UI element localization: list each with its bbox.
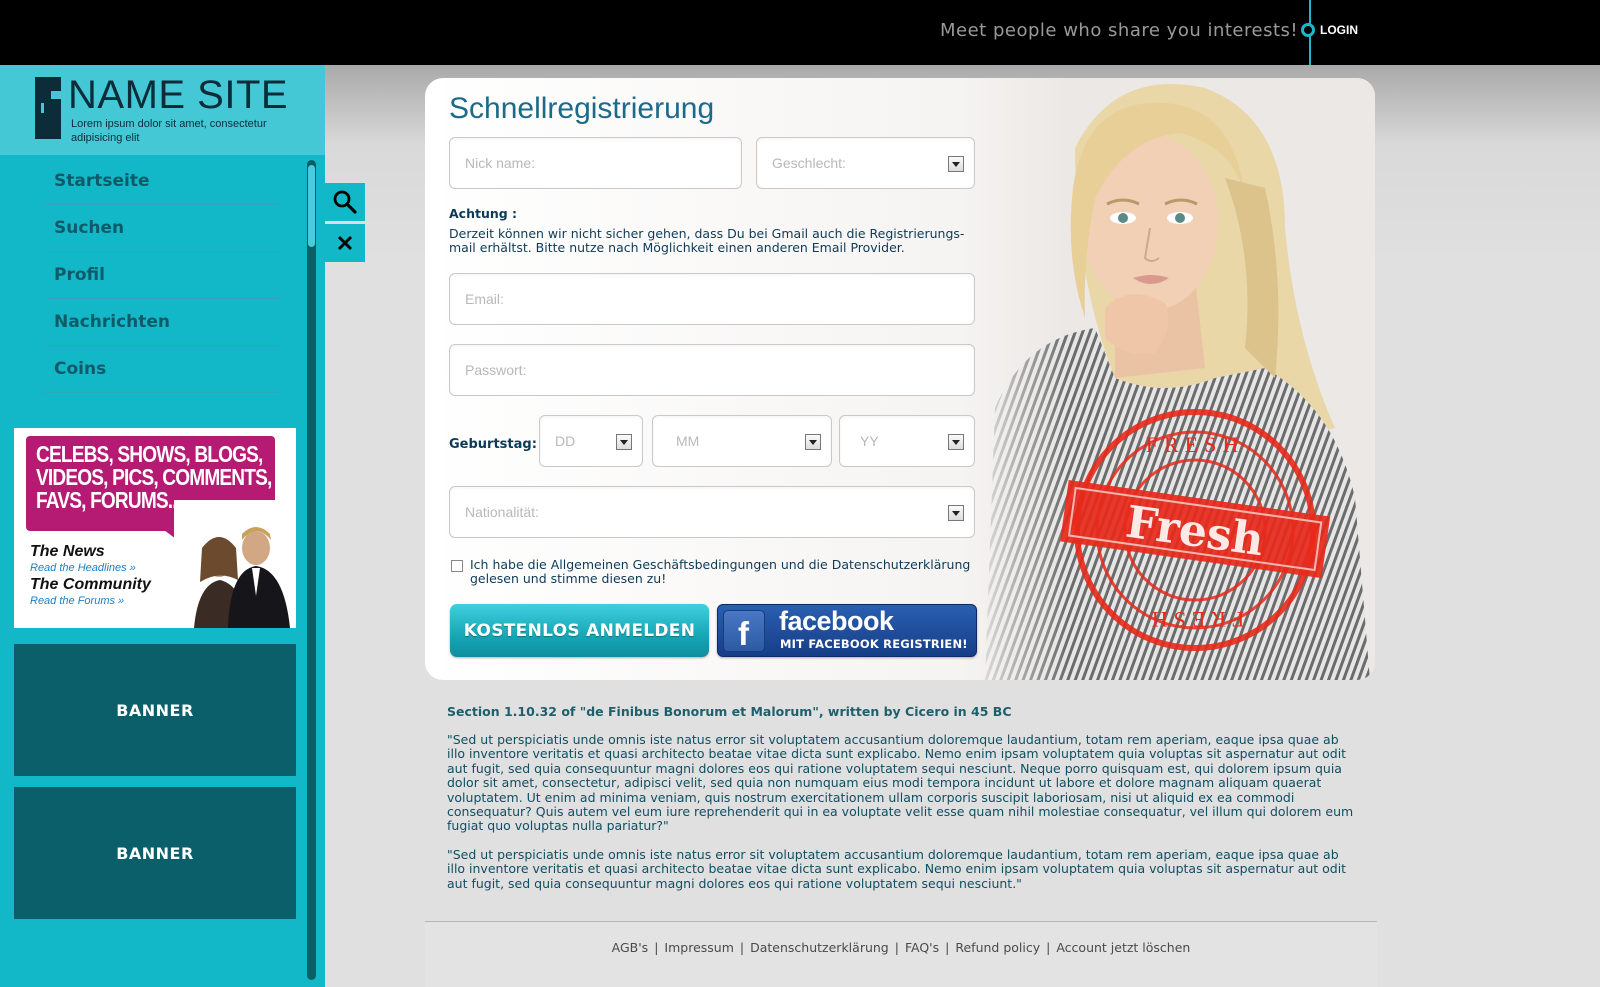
nav-item-suchen[interactable]: Suchen [44, 205, 280, 252]
footer-divider [425, 921, 1377, 922]
nationality-placeholder: Nationalität: [465, 504, 539, 520]
birthday-day-select[interactable]: DD [539, 415, 643, 467]
gender-placeholder: Geschlecht: [772, 155, 846, 171]
close-button[interactable] [325, 224, 365, 262]
login-link[interactable]: LOGIN [1301, 23, 1358, 37]
footer-link-agb[interactable]: AGB's [612, 940, 649, 955]
year-placeholder: YY [860, 433, 879, 449]
footer-separator: | [739, 940, 745, 955]
footer-link-faq[interactable]: FAQ's [905, 940, 939, 955]
search-icon [333, 190, 357, 214]
terms-consent: Ich habe die Allgemeinen Geschäftsbeding… [451, 558, 991, 586]
footer-link-delete-account[interactable]: Account jetzt löschen [1056, 940, 1190, 955]
banner-2[interactable]: BANNER [14, 787, 296, 919]
warning-text: Derzeit können wir nicht sicher gehen, d… [449, 226, 965, 255]
nav-item-startseite[interactable]: Startseite [44, 158, 280, 205]
facebook-wordmark: facebook [779, 606, 894, 636]
logo[interactable]: NAME SITE Lorem ipsum dolor sit amet, co… [0, 65, 325, 155]
search-button[interactable] [325, 183, 365, 221]
site-name: NAME SITE [68, 73, 289, 117]
register-button[interactable]: KOSTENLOS ANMELDEN [450, 604, 709, 657]
footer-link-impressum[interactable]: Impressum [664, 940, 733, 955]
top-bar: Meet people who share you interests! LOG… [0, 0, 1600, 65]
footer-separator: | [945, 940, 950, 955]
promo-news-title: The News [30, 543, 105, 560]
footer-separator: | [654, 940, 659, 955]
chevron-down-icon [948, 505, 964, 521]
birthday-label: Geburtstag: [449, 437, 537, 452]
article-heading: Section 1.10.32 of "de Finibus Bonorum e… [447, 704, 1012, 719]
password-field[interactable]: Passwort: [449, 344, 975, 396]
footer-separator: | [1046, 940, 1051, 955]
promo-community-link[interactable]: Read the Forums » [30, 595, 124, 607]
nav-item-profil[interactable]: Profil [44, 252, 280, 299]
birthday-month-select[interactable]: MM [652, 415, 832, 467]
site-slogan: Lorem ipsum dolor sit amet, consectetur … [71, 118, 267, 144]
tagline: Meet people who share you interests! [940, 20, 1299, 41]
article-paragraph-2: "Sed ut perspiciatis unde omnis iste nat… [447, 847, 1347, 891]
facebook-register-button[interactable]: f facebook MIT FACEBOOK REGISTRIEN! [717, 604, 977, 657]
nav-item-coins[interactable]: Coins [44, 346, 280, 393]
sidebar-scrollbar[interactable] [307, 160, 316, 980]
sidebar-scrollbar-thumb[interactable] [308, 165, 315, 247]
woman-photo-with-fresh-stamp: FRESH FRESH Fresh [965, 78, 1375, 680]
nav-item-nachrichten[interactable]: Nachrichten [44, 299, 280, 346]
promo-ad[interactable]: CELEBS, SHOWS, BLOGS, VIDEOS, PICS, COMM… [14, 428, 296, 628]
terms-checkbox[interactable] [451, 560, 463, 572]
footer-separator: | [894, 940, 899, 955]
chevron-down-icon [616, 434, 632, 450]
sidebar: NAME SITE Lorem ipsum dolor sit amet, co… [0, 65, 325, 987]
footer-link-datenschutz[interactable]: Datenschutzerklärung [750, 940, 889, 955]
gender-select[interactable]: Geschlecht: [756, 137, 975, 189]
month-placeholder: MM [676, 433, 700, 449]
nickname-placeholder: Nick name: [465, 155, 536, 171]
promo-community-title: The Community [30, 576, 151, 593]
login-dot-icon [1301, 23, 1315, 37]
registration-card: FRESH FRESH Fresh Schnellregistrierung N… [425, 78, 1375, 680]
terms-text: Ich habe die Allgemeinen Geschäftsbeding… [470, 557, 971, 586]
promo-news-link[interactable]: Read the Headlines » [30, 562, 136, 574]
footer-links: AGB's | Impressum | Datenschutzerklärung | FAQ… [425, 940, 1377, 955]
day-placeholder: DD [555, 433, 576, 449]
password-placeholder: Passwort: [465, 362, 527, 378]
celebrity-photo [174, 500, 294, 628]
form-title: Schnellregistrierung [449, 92, 715, 125]
close-icon [337, 235, 353, 251]
chevron-down-icon [948, 434, 964, 450]
article-paragraph-1: "Sed ut perspiciatis unde omnis iste nat… [447, 732, 1354, 834]
chevron-down-icon [805, 434, 821, 450]
birthday-year-select[interactable]: YY [839, 415, 975, 467]
email-placeholder: Email: [465, 291, 504, 307]
email-field[interactable]: Email: [449, 273, 975, 325]
banner-1[interactable]: BANNER [14, 644, 296, 776]
warning-title: Achtung : [449, 206, 518, 221]
footer-link-refund[interactable]: Refund policy [955, 940, 1040, 955]
logo-mark-icon [35, 77, 61, 139]
login-label: LOGIN [1320, 23, 1358, 37]
chevron-down-icon [948, 156, 964, 172]
facebook-button-label: MIT FACEBOOK REGISTRIEN! [780, 637, 968, 651]
stamp-ring-bottom: FRESH [1146, 607, 1244, 632]
stamp-ring-top: FRESH [1146, 432, 1244, 457]
main-nav: Startseite Suchen Profil Nachrichten Coi… [44, 158, 280, 393]
nationality-select[interactable]: Nationalität: [449, 486, 975, 538]
facebook-icon: f [723, 610, 765, 652]
nickname-input[interactable]: Nick name: [449, 137, 742, 189]
